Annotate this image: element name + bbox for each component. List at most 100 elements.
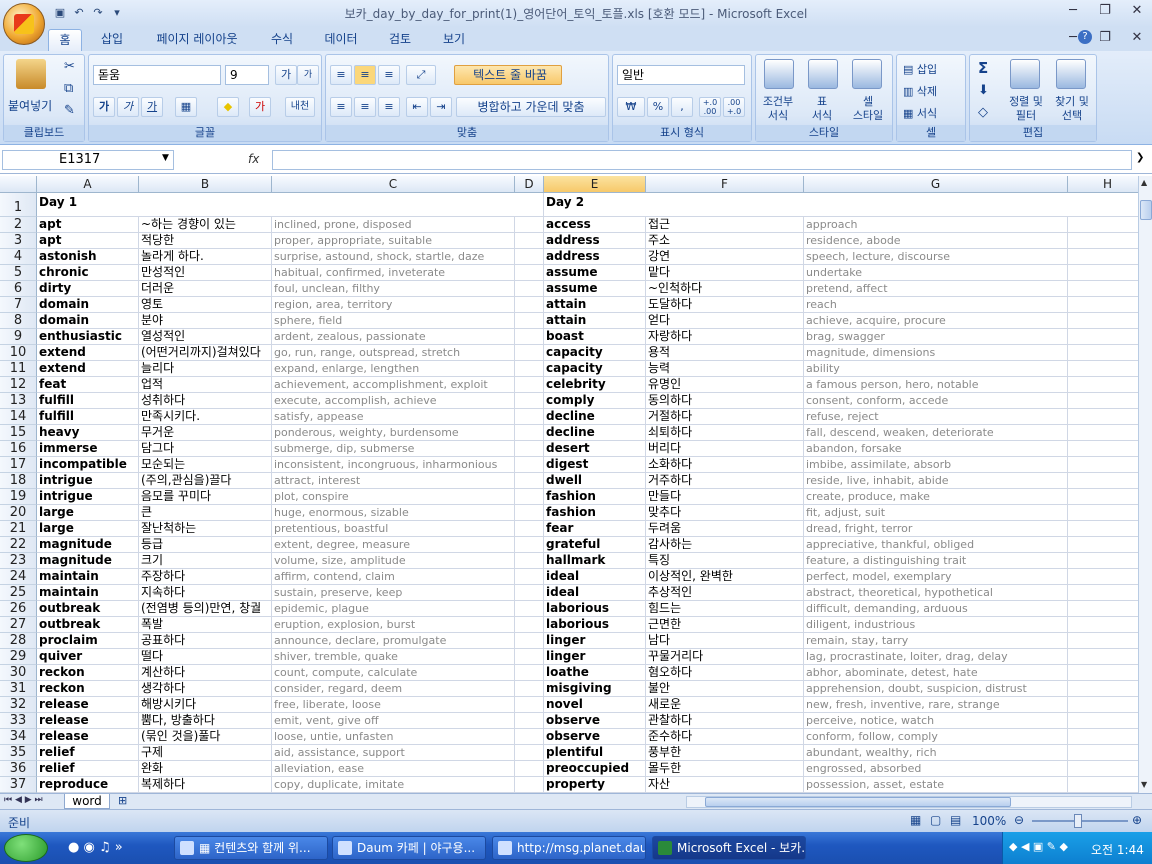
cell-empty[interactable] xyxy=(515,665,544,681)
cell-word[interactable]: domain xyxy=(37,313,139,329)
column-header-h[interactable]: H xyxy=(1068,176,1138,193)
cell-empty[interactable] xyxy=(515,313,544,329)
cell-empty[interactable] xyxy=(515,393,544,409)
quick-launch-icons[interactable]: ● ◉ ♫ » xyxy=(68,840,123,855)
cell-meaning[interactable]: 맞추다 xyxy=(646,505,804,521)
cell-synonyms[interactable]: eruption, explosion, burst xyxy=(272,617,515,633)
row-number[interactable]: 32 xyxy=(0,697,37,713)
cell-word[interactable]: incompatible xyxy=(37,457,139,473)
cell-word[interactable]: magnitude xyxy=(37,553,139,569)
cell-meaning[interactable]: 영토 xyxy=(139,297,272,313)
select-all-corner[interactable] xyxy=(0,176,37,193)
cell-meaning[interactable]: 놀라게 하다. xyxy=(139,249,272,265)
cell-synonyms[interactable]: imbibe, assimilate, absorb xyxy=(804,457,1068,473)
cell-synonyms[interactable]: achievement, accomplishment, exploit xyxy=(272,377,515,393)
cell-empty[interactable] xyxy=(1068,249,1138,265)
row-number[interactable]: 15 xyxy=(0,425,37,441)
cell-synonyms[interactable]: reside, live, inhabit, abide xyxy=(804,473,1068,489)
cell-empty[interactable] xyxy=(1068,217,1138,233)
cell-empty[interactable] xyxy=(515,329,544,345)
cell-synonyms[interactable]: pretentious, boastful xyxy=(272,521,515,537)
cell-empty[interactable] xyxy=(515,713,544,729)
cell-empty[interactable] xyxy=(515,649,544,665)
cell-meaning[interactable]: 감사하는 xyxy=(646,537,804,553)
cell-synonyms[interactable]: lag, procrastinate, loiter, drag, delay xyxy=(804,649,1068,665)
bold-button[interactable]: 가 xyxy=(93,97,115,117)
cell-word[interactable]: maintain xyxy=(37,585,139,601)
cell-meaning[interactable]: 뿜다, 방출하다 xyxy=(139,713,272,729)
cell-word[interactable]: misgiving xyxy=(544,681,646,697)
cell-synonyms[interactable]: undertake xyxy=(804,265,1068,281)
cell-word[interactable]: chronic xyxy=(37,265,139,281)
paste-icon[interactable] xyxy=(16,59,46,89)
cell-meaning[interactable]: 몰두한 xyxy=(646,761,804,777)
align-left-icon[interactable]: ≡ xyxy=(330,97,352,117)
cell-word[interactable]: apt xyxy=(37,233,139,249)
cell-empty[interactable] xyxy=(515,361,544,377)
row-number[interactable]: 1 xyxy=(0,193,37,217)
cell-meaning[interactable]: 주소 xyxy=(646,233,804,249)
cell-meaning[interactable]: 남다 xyxy=(646,633,804,649)
cell-meaning[interactable]: 분야 xyxy=(139,313,272,329)
undo-icon[interactable]: ↶ xyxy=(71,5,87,21)
view-normal-icon[interactable]: ▦ xyxy=(910,813,921,827)
cell-empty[interactable] xyxy=(1068,681,1138,697)
cell-meaning[interactable]: 잘난척하는 xyxy=(139,521,272,537)
day2-title[interactable]: Day 2 xyxy=(544,193,1068,217)
cell-synonyms[interactable]: refuse, reject xyxy=(804,409,1068,425)
cell-empty[interactable] xyxy=(1068,665,1138,681)
row-number[interactable]: 7 xyxy=(0,297,37,313)
row-number[interactable]: 11 xyxy=(0,361,37,377)
cell-word[interactable]: boast xyxy=(544,329,646,345)
cell-empty[interactable] xyxy=(1068,297,1138,313)
find-select-icon[interactable] xyxy=(1056,59,1086,89)
name-box-dropdown-icon[interactable]: ▼ xyxy=(162,153,169,163)
row-number[interactable]: 13 xyxy=(0,393,37,409)
cell-synonyms[interactable]: engrossed, absorbed xyxy=(804,761,1068,777)
fill-color-icon[interactable]: ◆ xyxy=(217,97,239,117)
cell-synonyms[interactable]: remain, stay, tarry xyxy=(804,633,1068,649)
cell-word[interactable]: fear xyxy=(544,521,646,537)
cell-word[interactable]: address xyxy=(544,249,646,265)
cell-word[interactable]: outbreak xyxy=(37,601,139,617)
customize-icon[interactable]: ▾ xyxy=(109,5,125,21)
align-middle-icon[interactable]: ≡ xyxy=(354,65,376,85)
cell-word[interactable]: relief xyxy=(37,745,139,761)
view-page-layout-icon[interactable]: ▢ xyxy=(930,813,941,827)
find-select-button[interactable]: 찾기 및 선택 xyxy=(1048,95,1096,123)
cell-empty[interactable] xyxy=(515,681,544,697)
font-name-select[interactable]: 돋움 xyxy=(93,65,221,85)
cell-synonyms[interactable]: fall, descend, weaken, deteriorate xyxy=(804,425,1068,441)
cell-synonyms[interactable]: expand, enlarge, lengthen xyxy=(272,361,515,377)
cell-empty[interactable] xyxy=(1068,729,1138,745)
tray-icons[interactable]: ◆ ◀ ▣ ✎ ◆ xyxy=(1009,840,1068,853)
taskbar-item[interactable]: Daum 카페 | 야구용... xyxy=(332,836,486,860)
row-number[interactable]: 21 xyxy=(0,521,37,537)
cell-empty[interactable] xyxy=(1068,265,1138,281)
cell-word[interactable]: reproduce xyxy=(37,777,139,793)
cell-empty[interactable] xyxy=(1068,393,1138,409)
zoom-level[interactable]: 100% xyxy=(972,814,1006,828)
cell-word[interactable]: observe xyxy=(544,713,646,729)
cell-empty[interactable] xyxy=(515,249,544,265)
cell-meaning[interactable]: 지속하다 xyxy=(139,585,272,601)
row-number[interactable]: 5 xyxy=(0,265,37,281)
cell-synonyms[interactable]: a famous person, hero, notable xyxy=(804,377,1068,393)
cell-empty[interactable] xyxy=(515,729,544,745)
cell-meaning[interactable]: 공표하다 xyxy=(139,633,272,649)
row-number[interactable]: 29 xyxy=(0,649,37,665)
cell-meaning[interactable]: 능력 xyxy=(646,361,804,377)
underline-button[interactable]: 가 xyxy=(141,97,163,117)
cell-synonyms[interactable]: foul, unclean, filthy xyxy=(272,281,515,297)
sort-filter-icon[interactable] xyxy=(1010,59,1040,89)
row-number[interactable]: 30 xyxy=(0,665,37,681)
cell-meaning[interactable]: 해방시키다 xyxy=(139,697,272,713)
row-number[interactable]: 6 xyxy=(0,281,37,297)
autosum-button[interactable]: Σ xyxy=(978,59,988,77)
cell-synonyms[interactable]: emit, vent, give off xyxy=(272,713,515,729)
row-number[interactable]: 8 xyxy=(0,313,37,329)
cell-empty[interactable] xyxy=(1068,617,1138,633)
cell-meaning[interactable]: 모순되는 xyxy=(139,457,272,473)
cell-meaning[interactable]: 불안 xyxy=(646,681,804,697)
cell-synonyms[interactable]: sphere, field xyxy=(272,313,515,329)
